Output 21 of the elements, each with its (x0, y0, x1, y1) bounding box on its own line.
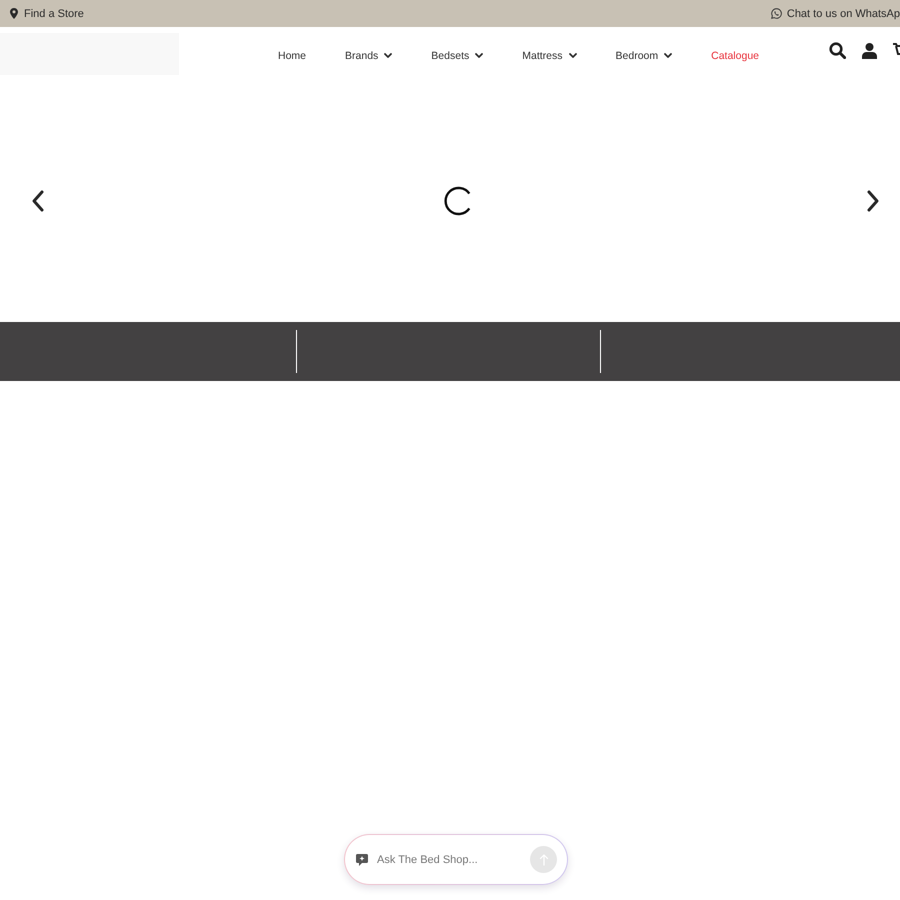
whatsapp-icon (770, 8, 782, 19)
map-pin-icon (10, 8, 18, 19)
nav-link[interactable]: Bedroom (616, 50, 672, 62)
chevron-down-icon (475, 53, 484, 58)
find-store-link[interactable]: Find a Store (10, 8, 84, 20)
nav-link[interactable]: Mattress (522, 50, 577, 62)
nav-link[interactable]: Brands (345, 50, 392, 62)
nav-link[interactable]: Catalogue (711, 50, 759, 62)
whatsapp-link[interactable]: Chat to us on WhatsAp (770, 8, 900, 20)
chat-input[interactable]: Ask The Bed Shop... (377, 850, 530, 870)
chevron-right-icon[interactable] (866, 189, 881, 213)
user-icon[interactable] (862, 42, 877, 58)
chevron-down-icon (384, 53, 392, 58)
search-icon[interactable] (829, 42, 846, 59)
chevron-down-icon (664, 53, 672, 58)
chat-sparkle-icon (356, 854, 368, 866)
chevron-left-icon[interactable] (30, 189, 45, 213)
nav-link[interactable]: Home (278, 50, 306, 62)
nav-link[interactable]: Bedsets (431, 50, 484, 62)
arrow-up-icon (538, 854, 548, 866)
chevron-down-icon (568, 53, 577, 58)
